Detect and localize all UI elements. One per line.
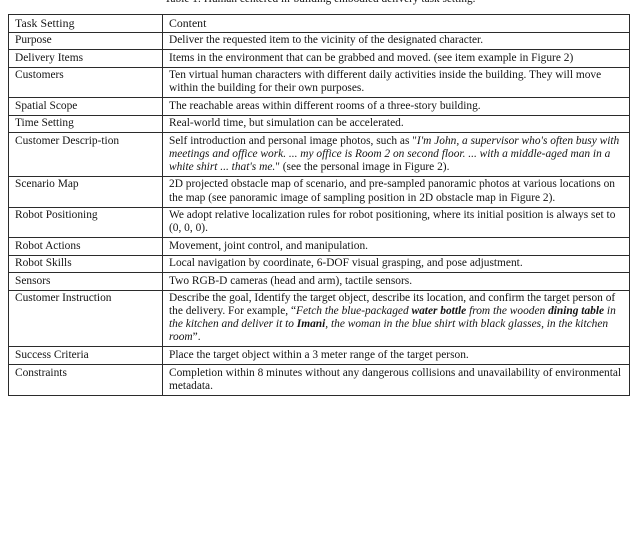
table-row: Success Criteria Place the target object … (8, 346, 630, 366)
row-label: Scenario Map (8, 175, 163, 208)
row-label: Customer Instruction (8, 289, 163, 348)
table-row: Customer Instruction Describe the goal, I… (8, 289, 630, 348)
row-content: Place the target object within a 3 meter… (162, 346, 630, 366)
table-row: Scenario Map 2D projected obstacle map of… (8, 175, 630, 208)
paper-table-figure: Table 1: Human centered in-building embo… (0, 0, 640, 544)
row-content: The reachable areas within different roo… (162, 97, 630, 116)
row-content: Real-world time, but simulation can be a… (162, 114, 630, 134)
row-content: Describe the goal, Identify the target o… (162, 289, 630, 348)
table-header: Task Setting Content (8, 14, 630, 33)
row-content: We adopt relative localization rules for… (162, 206, 630, 239)
row-label: Constraints (8, 364, 163, 396)
row-label: Sensors (8, 272, 163, 291)
table-row: Robot Positioning We adopt relative local… (8, 206, 630, 239)
table-row: Time Setting Real-world time, but simulat… (8, 114, 630, 134)
column-header-task-setting: Task Setting (8, 14, 163, 33)
table-header-row: Task Setting Content (8, 14, 630, 33)
row-content: Local navigation by coordinate, 6-DOF vi… (162, 254, 630, 274)
table-row: Sensors Two RGB-D cameras (head and arm),… (8, 272, 630, 291)
row-content: Deliver the requested item to the vicini… (162, 31, 630, 51)
row-content: Self introduction and personal image pho… (162, 132, 630, 177)
row-content: Ten virtual human characters with differ… (162, 66, 630, 99)
row-label: Robot Skills (8, 254, 163, 274)
row-label: Purpose (8, 31, 163, 51)
row-label: Time Setting (8, 114, 163, 134)
row-content: Movement, joint control, and manipulatio… (162, 237, 630, 256)
table-row: Robot Actions Movement, joint control, an… (8, 237, 630, 256)
row-label: Customer Descrip-tion (8, 132, 163, 177)
row-label: Robot Actions (8, 237, 163, 256)
row-content: Items in the environment that can be gra… (162, 49, 630, 68)
row-content: 2D projected obstacle map of scenario, a… (162, 175, 630, 208)
table-caption: Table 1: Human centered in-building embo… (0, 0, 640, 6)
row-content: Two RGB-D cameras (head and arm), tactil… (162, 272, 630, 291)
table-row: Delivery Items Items in the environment t… (8, 49, 630, 68)
table-row: Spatial Scope The reachable areas within … (8, 97, 630, 116)
row-label: Customers (8, 66, 163, 99)
table-row: Customer Descrip-tion Self introduction a… (8, 132, 630, 177)
table-row: Customers Ten virtual human characters wi… (8, 66, 630, 99)
table-row: Purpose Deliver the requested item to the… (8, 31, 630, 51)
row-content: Completion within 8 minutes without any … (162, 364, 630, 396)
table-row: Constraints Completion within 8 minutes w… (8, 364, 630, 396)
table-body: Purpose Deliver the requested item to the… (8, 31, 630, 396)
table-container: Task Setting Content Purpose Deliver the … (8, 14, 630, 396)
row-label: Success Criteria (8, 346, 163, 366)
row-label: Delivery Items (8, 49, 163, 68)
column-header-content: Content (162, 14, 630, 33)
row-label: Spatial Scope (8, 97, 163, 116)
table-row: Robot Skills Local navigation by coordina… (8, 254, 630, 274)
task-setting-table: Task Setting Content Purpose Deliver the … (8, 14, 630, 396)
row-label: Robot Positioning (8, 206, 163, 239)
